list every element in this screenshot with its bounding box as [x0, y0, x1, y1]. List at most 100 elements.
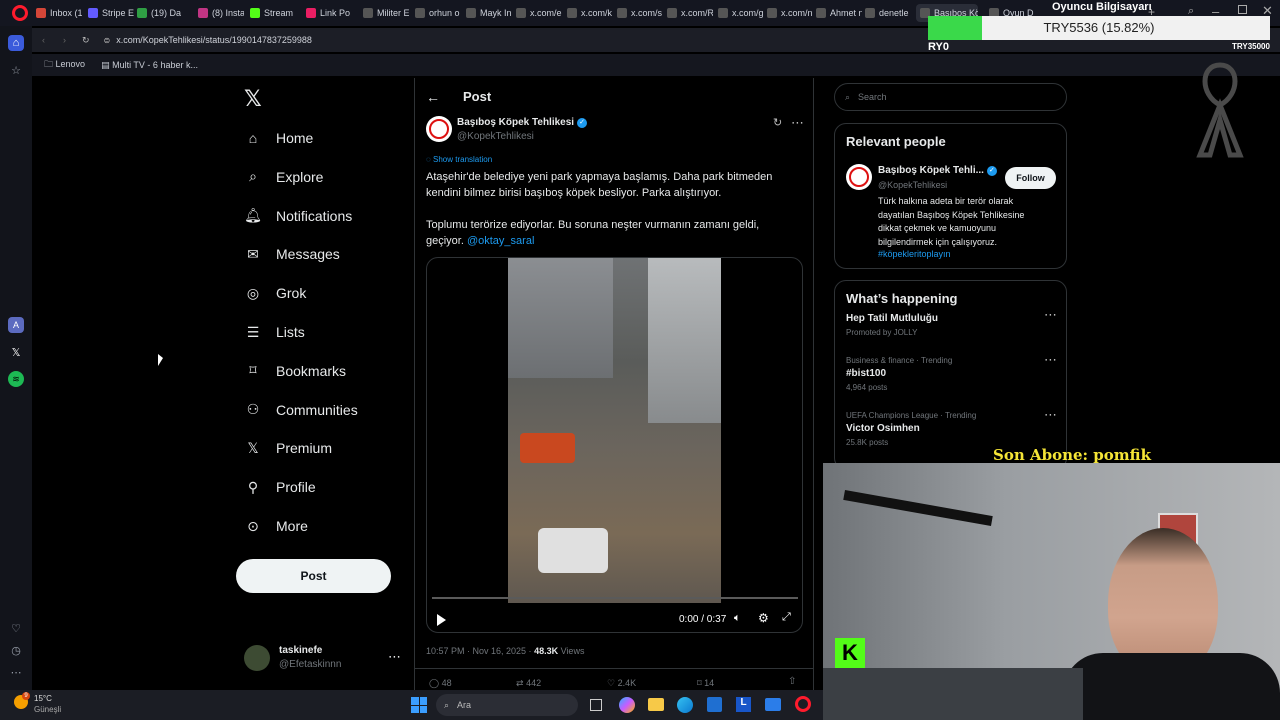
task-view-icon[interactable] — [590, 699, 602, 711]
spotify-sidebar-icon[interactable]: ≋ — [8, 371, 24, 387]
forward-icon[interactable]: › — [63, 35, 66, 45]
browser-tab[interactable]: Mayk In — [466, 4, 512, 22]
copilot-icon[interactable] — [619, 697, 635, 713]
show-translation-link[interactable]: ◌ Show translation — [426, 155, 492, 164]
follow-button[interactable]: Follow — [1005, 167, 1056, 189]
nav-item-grok[interactable]: ◎ Grok — [244, 278, 306, 308]
browser-tab[interactable]: x.com/R — [667, 4, 713, 22]
more-sidebar-icon[interactable]: ⋯ — [8, 664, 24, 680]
opera-taskbar-icon[interactable] — [795, 696, 811, 712]
browser-tab[interactable]: x.com/g — [718, 4, 764, 22]
bookmark-multitv[interactable]: ▤ Multi TV - 6 haber k... — [101, 60, 198, 71]
lenovo-icon[interactable]: L — [736, 697, 751, 712]
search-input[interactable]: ⌕ Search — [834, 83, 1067, 111]
nav-item-profile[interactable]: ⚲ Profile — [244, 472, 316, 502]
reply-button[interactable]: ◯ 48 — [429, 678, 452, 689]
author-avatar[interactable] — [426, 116, 452, 142]
settings-icon[interactable]: ⚙ — [758, 611, 769, 625]
loader — [538, 528, 608, 573]
video-player[interactable]: 0:00 / 0:37 🔈︎ ⚙ ⤢ — [426, 257, 803, 633]
volume-icon[interactable]: 🔈︎ — [734, 612, 741, 625]
trend-more-icon[interactable]: ⋯ — [1044, 407, 1057, 423]
browser-tab[interactable]: Stripe E — [88, 4, 134, 22]
nav-item-more[interactable]: ⊙ More — [244, 511, 308, 541]
video-progress-track[interactable] — [432, 597, 798, 599]
browser-tab[interactable]: Ahmet n — [816, 4, 862, 22]
author-handle[interactable]: @KopekTehlikesi — [457, 131, 534, 142]
site-info-icon[interactable]: ⊜ — [104, 36, 111, 45]
relevant-handle[interactable]: @KopekTehlikesi — [878, 180, 947, 190]
home-sidebar-icon[interactable]: ⌂ — [8, 35, 24, 51]
bookmark-lenovo[interactable]: 🗀 Lenovo — [44, 57, 85, 73]
share-icon[interactable]: ⇧ — [788, 676, 796, 687]
start-icon[interactable] — [411, 697, 427, 713]
relevant-avatar[interactable] — [846, 164, 872, 190]
file-explorer-icon[interactable] — [648, 698, 664, 711]
relevant-name[interactable]: Başıboş Köpek Tehli... ✓ — [878, 165, 997, 176]
nav-item-explore[interactable]: ⌕ Explore — [244, 162, 323, 192]
post-button[interactable]: Post — [236, 559, 391, 593]
history-sidebar-icon[interactable]: ◷ — [8, 642, 24, 658]
repost-button[interactable]: ⇄ 442 — [516, 678, 541, 689]
nav-item-communities[interactable]: ⚇ Communities — [244, 395, 358, 425]
nav-item-premium[interactable]: 𝕏 Premium — [244, 433, 332, 463]
relevant-hashtag[interactable]: #köpekleritoplayın — [878, 249, 951, 259]
donation-goal-text: TRY5536 (15.82%) — [1043, 20, 1155, 35]
nav-item-notifications[interactable]: 🔔︎ Notifications — [244, 201, 352, 231]
aria-sidebar-icon[interactable]: A — [8, 317, 24, 333]
browser-tab[interactable]: Militer E — [363, 4, 409, 22]
relevant-bio: Türk halkına adeta bir terör olarak daya… — [878, 196, 1025, 247]
store-icon[interactable] — [707, 697, 722, 712]
mention-link[interactable]: @oktay_saral — [467, 235, 534, 247]
overlay-title: Oyuncu Bilgisayarı — [1052, 1, 1152, 13]
trend-more-icon[interactable]: ⋯ — [1044, 352, 1057, 368]
nav-item-messages[interactable]: ✉ Messages — [244, 239, 340, 269]
browser-tab[interactable]: x.com/s — [617, 4, 663, 22]
edge-icon[interactable] — [677, 697, 693, 713]
bookmark-button[interactable]: ⌑ 14 — [697, 678, 714, 689]
star-sidebar-icon[interactable]: ☆ — [8, 62, 24, 78]
back-icon[interactable]: ‹ — [42, 35, 45, 45]
fullscreen-icon[interactable]: ⤢ — [782, 611, 791, 624]
browser-tab[interactable]: x.com/e — [516, 4, 562, 22]
dog-warning-icon — [849, 167, 869, 187]
play-icon[interactable] — [437, 614, 446, 626]
grok-explain-icon[interactable]: ↻ — [773, 116, 782, 129]
heart-sidebar-icon[interactable]: ♡ — [8, 620, 24, 636]
more-icon[interactable]: ⋯ — [388, 649, 401, 665]
browser-tab[interactable]: x.com/n — [767, 4, 813, 22]
tab-favicon-icon — [363, 8, 373, 18]
opera-menu-icon[interactable] — [12, 5, 28, 21]
x-logo-icon[interactable]: 𝕏 — [244, 86, 262, 112]
browser-tab[interactable]: Link Po — [306, 4, 352, 22]
nav-item-lists[interactable]: ☰ Lists — [244, 317, 305, 347]
browser-tab[interactable]: x.com/k — [567, 4, 613, 22]
back-arrow-icon[interactable]: ← — [426, 89, 440, 105]
browser-tab[interactable]: denetle — [865, 4, 911, 22]
reload-icon[interactable]: ↻ — [82, 35, 90, 46]
author-name[interactable]: Başıboş Köpek Tehlikesi ✓ — [457, 117, 588, 128]
nav-item-bookmarks[interactable]: ⌑ Bookmarks — [244, 356, 346, 386]
whats-happening-panel: What’s happening Hep Tatil Mutluluğu Prom… — [834, 280, 1067, 470]
mail-icon[interactable] — [765, 698, 781, 711]
trend-item[interactable]: Business & finance · Trending #bist100 4,9… — [846, 352, 1057, 392]
tab-label: x.com/n — [781, 8, 813, 18]
like-button[interactable]: ♡ 2.4K — [607, 678, 636, 689]
browser-tab[interactable]: Stream — [250, 4, 296, 22]
trend-more-icon[interactable]: ⋯ — [1044, 307, 1057, 323]
account-switcher[interactable]: taskinefe @Efetaskinnn ⋯ — [244, 643, 404, 679]
trend-item[interactable]: UEFA Champions League · Trending Victor O… — [846, 407, 1057, 447]
url-field[interactable]: x.com/KopekTehlikesi/status/199014783725… — [116, 35, 312, 45]
nav-item-home[interactable]: ⌂ Home — [244, 123, 314, 153]
x-sidebar-icon[interactable]: 𝕏 — [8, 344, 24, 360]
maximize-icon[interactable] — [1238, 5, 1247, 14]
browser-tab[interactable]: (19) Da — [137, 4, 183, 22]
post-more-icon[interactable]: ⋯ — [791, 115, 804, 131]
taskbar-search[interactable]: ⌕ Ara — [436, 694, 578, 716]
browser-tab[interactable]: orhun o — [415, 4, 461, 22]
browser-tab[interactable]: Inbox (1) — [36, 4, 82, 22]
tab-label: denetle — [879, 8, 909, 18]
browser-tab[interactable]: (8) Insta — [198, 4, 244, 22]
video-frame — [508, 258, 721, 603]
trend-item[interactable]: Hep Tatil Mutluluğu Promoted by JOLLY ⋯ — [846, 307, 1057, 337]
